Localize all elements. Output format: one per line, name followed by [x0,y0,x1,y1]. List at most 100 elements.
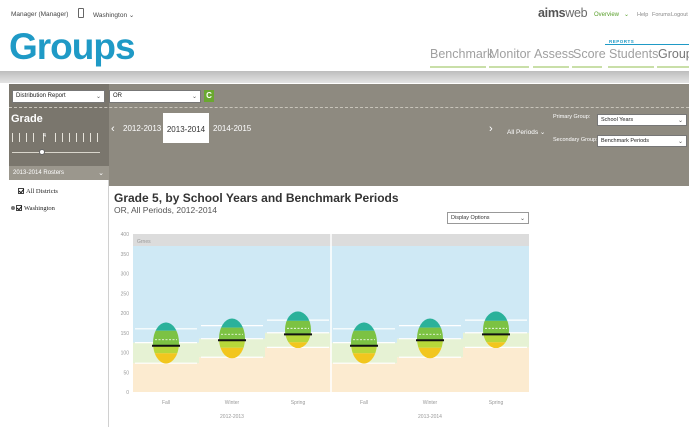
tree-item-all-districts[interactable]: All Districts [18,188,58,195]
y-tick-label: 150 [121,331,130,337]
chevron-down-icon: ⌄ [539,129,546,136]
forums-link[interactable]: Forums [652,12,671,18]
tab-underline [533,66,569,68]
tab-benchmark[interactable]: Benchmark [430,47,493,61]
x-category-label: Spring [291,400,306,406]
roster-label: 2013-2014 Rosters [13,170,65,176]
band-below-target [133,363,199,392]
location-label: Washington [93,12,128,19]
y-tick-label: 300 [121,272,130,278]
report-filter-band: Distribution Report ⌄ OR ⌄ C Grade 4 ‹ 201… [9,84,689,186]
y-tick-label: 400 [121,232,130,238]
user-name: Manager (Manager) [11,11,69,18]
y-tick-label: 0 [126,390,129,396]
grade-slider-handle[interactable] [39,149,45,155]
primary-group-value: School Years [601,117,634,123]
tree-item-washington[interactable]: Washington [11,205,55,212]
band-below-target [331,363,397,392]
next-year-arrow-icon[interactable]: › [489,123,493,135]
page-title: Groups [9,26,136,67]
device-icon[interactable] [78,8,84,18]
tab-underline [608,66,654,68]
help-link[interactable]: Help [637,12,648,18]
district-value: OR [113,93,122,99]
checkbox-checked[interactable] [18,188,24,194]
overview-chevron-icon: ⌄ [624,12,630,18]
tab-underline [489,66,529,68]
tab-underline [430,66,486,68]
tab-students[interactable]: Students [609,47,658,61]
checkbox-checked[interactable] [16,205,22,211]
dotted-divider [9,107,689,108]
y-tick-label: 100 [121,351,130,357]
report-type-value: Distribution Report [16,93,66,99]
year-tab-2013-2014[interactable]: 2013-2014 [163,113,209,143]
aimsweb-logo: aimsweb [538,6,588,20]
overview-link[interactable]: Overview [594,12,619,18]
tab-underline [572,66,602,68]
chevron-down-icon: ⌄ [128,12,135,19]
tab-assess[interactable]: Assess [534,47,574,61]
band-below-target [463,347,529,392]
y-tick-label: 250 [121,291,130,297]
x-category-label: Fall [162,400,170,406]
top-bar: Manager (Manager) Washington ⌄ aimsweb O… [0,0,689,28]
report-type-select[interactable]: Distribution Report ⌄ [12,90,105,103]
tree-item-label: Washington [24,205,55,212]
x-category-label: Winter [225,400,240,406]
roster-panel: 2013-2014 Rosters ⌄ All Districts Washing… [9,166,109,427]
band-below-target [265,347,331,392]
group-header-strip [133,234,331,246]
y-tick-label: 350 [121,252,130,258]
secondary-group-label: Secondary Group: [553,137,598,143]
y-tick-label: 200 [121,311,130,317]
grade-slider-track[interactable] [12,152,100,153]
refresh-icon[interactable]: C [204,90,214,102]
primary-group-select[interactable]: School Years ⌄ [597,114,687,126]
grade-label: Grade [11,113,43,125]
y-tick-label: 50 [123,370,129,376]
prev-year-arrow-icon[interactable]: ‹ [111,123,115,135]
tab-underline [657,66,689,68]
chart-subtitle: OR, All Periods, 2012-2014 [114,205,218,215]
group-header-strip [331,234,529,246]
tree-item-label: All Districts [26,188,58,195]
periods-value: All Periods [507,129,539,136]
roster-dropdown[interactable]: 2013-2014 Rosters ⌄ [9,166,109,180]
band-below-target [199,357,265,392]
secondary-group-value: Benchmark Periods [601,138,649,144]
grade-ruler[interactable]: 4 [12,132,100,144]
logout-link[interactable]: Logout [671,12,688,18]
tab-monitor[interactable]: Monitor [489,47,531,61]
secondary-group-select[interactable]: Benchmark Periods ⌄ [597,135,687,147]
expand-dot-icon[interactable] [11,206,15,210]
display-options-select[interactable]: Display Options ⌄ [447,212,529,224]
x-group-label: 2013-2014 [418,414,442,420]
chevron-down-icon: ⌄ [677,139,683,145]
band-below-target [397,357,463,392]
year-tab-2012-2013[interactable]: 2012-2013 [123,124,161,133]
x-category-label: Fall [360,400,368,406]
year-tab-2014-2015[interactable]: 2014-2015 [213,124,251,133]
x-group-label: 2012-2013 [220,414,244,420]
primary-group-label: Primary Group: [553,114,591,120]
periods-select[interactable]: All Periods ⌄ [507,128,545,136]
chart-title: Grade 5, by School Years and Benchmark P… [114,191,399,205]
chevron-down-icon: ⌄ [191,94,197,100]
x-category-label: Spring [489,400,504,406]
chevron-down-icon: ⌄ [519,216,525,222]
band-label: Grnes [137,239,151,245]
display-options-label: Display Options [451,215,490,221]
chevron-down-icon: ⌄ [98,170,104,177]
chevron-down-icon: ⌄ [677,118,683,124]
reports-divider [605,44,689,45]
header-shadow [0,71,689,83]
tab-score[interactable]: Score [573,47,606,61]
district-select[interactable]: OR ⌄ [109,90,201,103]
grade-value: 4 [43,133,46,142]
tab-groups[interactable]: Groups [658,47,689,61]
x-category-label: Winter [423,400,438,406]
chevron-down-icon: ⌄ [95,94,101,100]
distribution-chart: Grnes 0 50 100 150 200 250 300 350 400 Fall Winter S… [121,232,529,420]
location-dropdown[interactable]: Washington ⌄ [93,11,134,19]
